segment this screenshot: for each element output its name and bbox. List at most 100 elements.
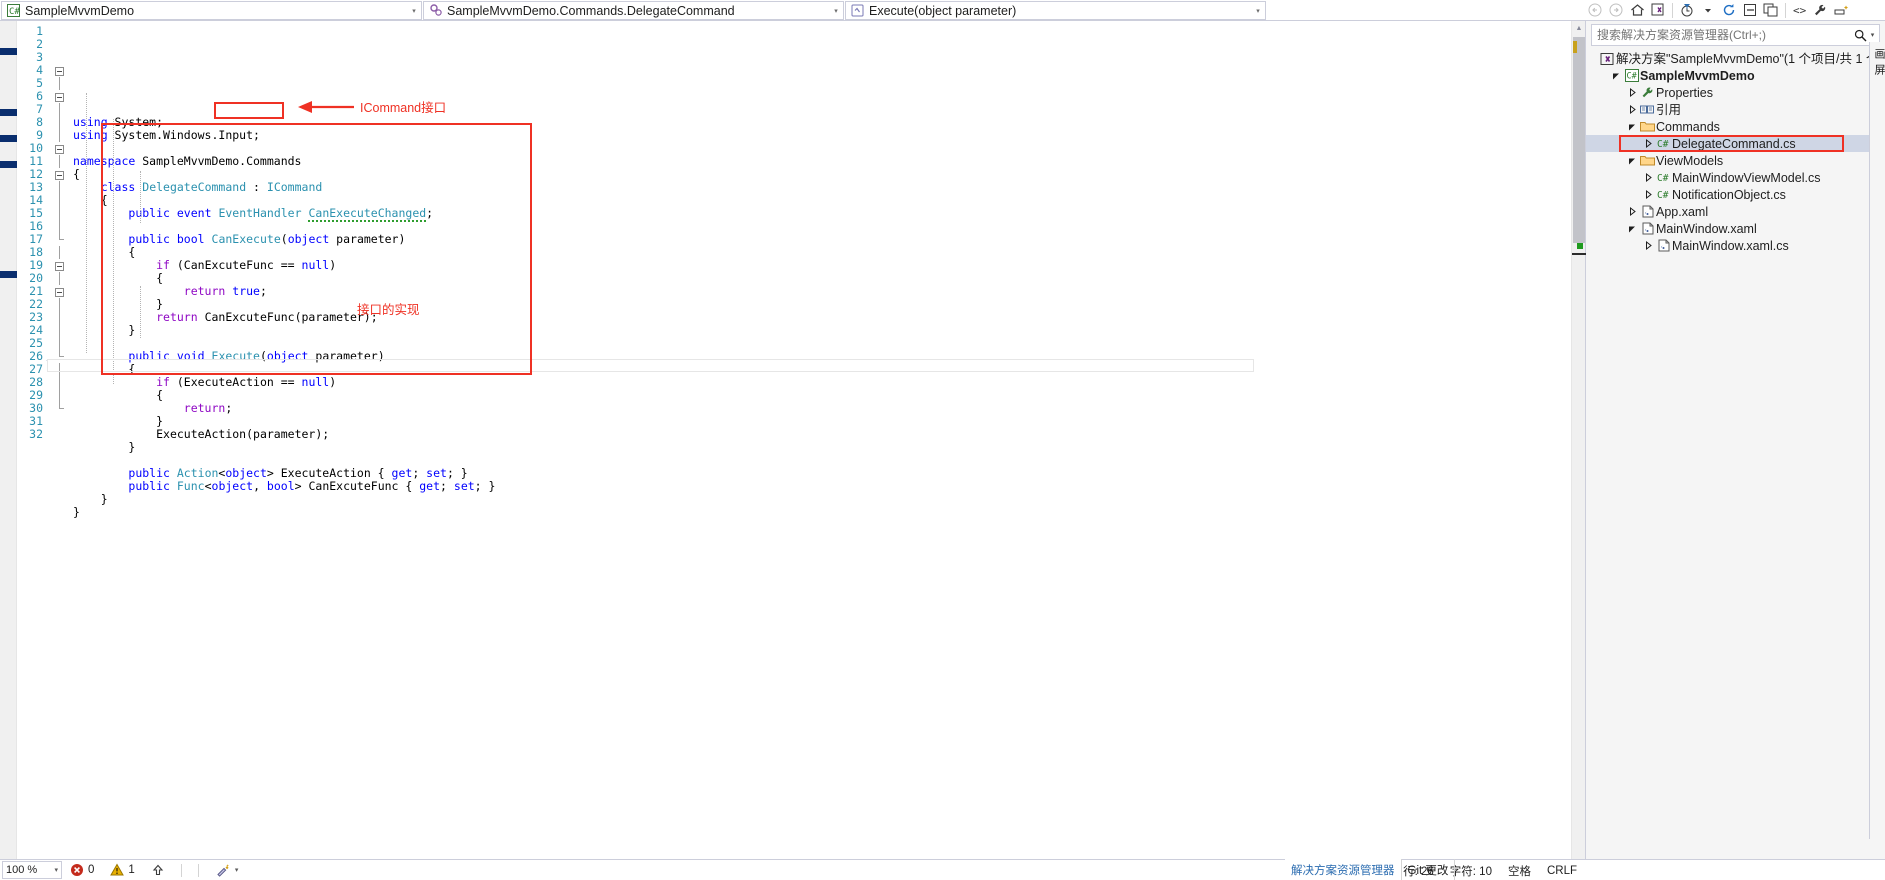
- pending-changes-filter-icon[interactable]: [1677, 1, 1697, 20]
- code-line: public Func<object, bool> CanExcuteFunc …: [128, 479, 496, 493]
- search-input[interactable]: [1597, 28, 1852, 42]
- expander-collapsed-icon[interactable]: [1642, 173, 1655, 182]
- solution-explorer-icon[interactable]: [1648, 1, 1668, 20]
- collapse-toggle-icon[interactable]: [55, 171, 64, 180]
- nav-forward-icon[interactable]: [1606, 1, 1626, 20]
- right-tool-window-strip[interactable]: 画 屏: [1869, 42, 1885, 839]
- expander-collapsed-icon[interactable]: [1626, 105, 1639, 114]
- fold-row[interactable]: [47, 311, 73, 324]
- fold-row[interactable]: [47, 285, 73, 298]
- expander-expanded-icon[interactable]: [1626, 122, 1639, 131]
- code-text-area[interactable]: using System; using System.Windows.Input;…: [73, 21, 1571, 859]
- fold-row[interactable]: [47, 51, 73, 64]
- tree-item[interactable]: MainWindow.xaml.cs: [1586, 237, 1885, 254]
- fold-row[interactable]: [47, 415, 73, 428]
- fold-row[interactable]: [47, 207, 73, 220]
- chevron-down-icon[interactable]: ▾: [407, 7, 421, 15]
- home-icon[interactable]: [1627, 1, 1647, 20]
- project-dropdown[interactable]: C# SampleMvvmDemo ▾: [1, 1, 422, 20]
- properties-icon[interactable]: [1811, 1, 1831, 20]
- fold-row[interactable]: [47, 272, 73, 285]
- tree-item[interactable]: 引用: [1586, 101, 1885, 118]
- zoom-chevron-icon[interactable]: ▾: [54, 866, 58, 874]
- member-dropdown[interactable]: Execute(object parameter) ▾: [845, 1, 1266, 20]
- fold-row[interactable]: [47, 376, 73, 389]
- fold-row[interactable]: [47, 337, 73, 350]
- fold-row[interactable]: [47, 233, 73, 246]
- show-all-files-icon[interactable]: [1761, 1, 1781, 20]
- fold-row[interactable]: [47, 155, 73, 168]
- type-dropdown[interactable]: SampleMvvmDemo.Commands.DelegateCommand …: [423, 1, 844, 20]
- tree-item[interactable]: App.xaml: [1586, 203, 1885, 220]
- fold-row[interactable]: [47, 38, 73, 51]
- fold-row[interactable]: [47, 142, 73, 155]
- toolbox-vertical-tab[interactable]: 画 屏: [1870, 42, 1885, 82]
- breakpoint-indicator-margin[interactable]: [0, 21, 17, 859]
- fold-row[interactable]: [47, 194, 73, 207]
- code-cleanup-button[interactable]: ▾: [207, 860, 247, 880]
- fold-row[interactable]: [47, 77, 73, 90]
- sidebar-item-delegatecommand[interactable]: C# DelegateCommand.cs: [1586, 135, 1885, 152]
- preview-selected-items-icon[interactable]: [1832, 1, 1852, 20]
- tree-item[interactable]: C# SampleMvvmDemo: [1586, 67, 1885, 84]
- collapse-all-icon[interactable]: [1740, 1, 1760, 20]
- warning-list-toggle[interactable]: 1: [102, 860, 142, 880]
- expander-collapsed-icon[interactable]: [1642, 190, 1655, 199]
- nav-back-icon[interactable]: [1585, 1, 1605, 20]
- publish-upload-button[interactable]: [143, 860, 173, 880]
- fold-row[interactable]: [47, 181, 73, 194]
- fold-row[interactable]: [47, 246, 73, 259]
- collapse-toggle-icon[interactable]: [55, 93, 64, 102]
- tool-window-tab[interactable]: Git 更改: [1402, 859, 1456, 880]
- tree-item[interactable]: ViewModels: [1586, 152, 1885, 169]
- fold-row[interactable]: [47, 103, 73, 116]
- refresh-icon[interactable]: [1719, 1, 1739, 20]
- solution-explorer-search[interactable]: ▾: [1591, 24, 1880, 46]
- expander-expanded-icon[interactable]: [1626, 224, 1639, 233]
- fold-row[interactable]: [47, 116, 73, 129]
- fold-row[interactable]: [47, 64, 73, 77]
- chevron-down-icon[interactable]: ▾: [829, 7, 843, 15]
- tool-window-tab[interactable]: 解决方案资源管理器: [1285, 859, 1402, 880]
- code-folding-margin[interactable]: [47, 21, 73, 859]
- collapse-toggle-icon[interactable]: [55, 262, 64, 271]
- fold-row[interactable]: [47, 90, 73, 103]
- search-options-chevron-icon[interactable]: ▾: [1868, 31, 1877, 39]
- fold-row[interactable]: [47, 324, 73, 337]
- fold-row[interactable]: [47, 389, 73, 402]
- editor-vertical-scrollbar[interactable]: ▲: [1571, 21, 1586, 859]
- collapse-toggle-icon[interactable]: [55, 67, 64, 76]
- error-list-toggle[interactable]: 0: [62, 860, 102, 880]
- fold-row[interactable]: [47, 129, 73, 142]
- expander-expanded-icon[interactable]: [1610, 71, 1623, 80]
- tree-item[interactable]: Properties: [1586, 84, 1885, 101]
- fold-row[interactable]: [47, 25, 73, 38]
- fold-row[interactable]: [47, 168, 73, 181]
- solution-root-row[interactable]: 解决方案"SampleMvvmDemo"(1 个项目/共 1 个): [1586, 50, 1885, 67]
- fold-row[interactable]: [47, 402, 73, 415]
- collapse-toggle-icon[interactable]: [55, 288, 64, 297]
- tree-item[interactable]: C# MainWindowViewModel.cs: [1586, 169, 1885, 186]
- fold-row[interactable]: [47, 259, 73, 272]
- search-icon[interactable]: [1852, 27, 1868, 43]
- chevron-down-icon[interactable]: ▾: [1251, 7, 1265, 15]
- filter-dropdown-icon[interactable]: [1698, 1, 1718, 20]
- zoom-level-control[interactable]: 100 % ▾: [2, 861, 62, 879]
- fold-row[interactable]: [47, 220, 73, 233]
- expander-expanded-icon[interactable]: [1626, 156, 1639, 165]
- cleanup-chevron-icon[interactable]: ▾: [235, 866, 239, 874]
- expander-collapsed-icon[interactable]: [1626, 207, 1639, 216]
- fold-row[interactable]: [47, 428, 73, 441]
- collapse-toggle-icon[interactable]: [55, 145, 64, 154]
- expander-collapsed-icon[interactable]: [1626, 88, 1639, 97]
- tree-item[interactable]: C# NotificationObject.cs: [1586, 186, 1885, 203]
- scrollbar-thumb[interactable]: [1573, 37, 1585, 243]
- scroll-up-arrow-icon[interactable]: ▲: [1572, 21, 1586, 35]
- expander-collapsed-icon[interactable]: [1642, 241, 1655, 250]
- tree-item[interactable]: Commands: [1586, 118, 1885, 135]
- fold-row[interactable]: [47, 298, 73, 311]
- expander-collapsed-icon[interactable]: [1642, 139, 1655, 148]
- solution-tree[interactable]: 解决方案"SampleMvvmDemo"(1 个项目/共 1 个) C# Samp…: [1586, 48, 1885, 859]
- tree-item[interactable]: MainWindow.xaml: [1586, 220, 1885, 237]
- view-code-icon[interactable]: <>: [1790, 1, 1810, 20]
